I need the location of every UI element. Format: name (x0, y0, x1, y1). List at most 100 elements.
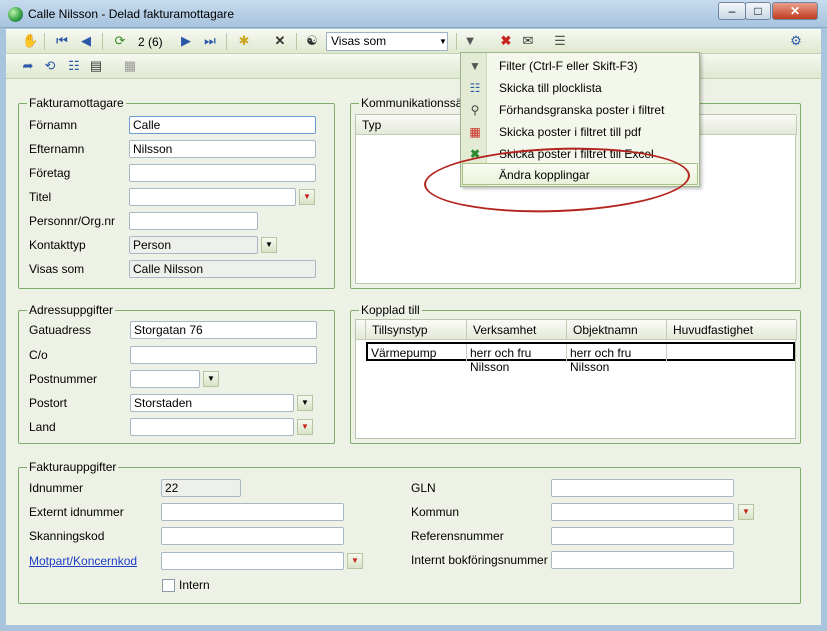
filter-icon: ▼ (469, 59, 481, 73)
externt-idnummer-input[interactable] (161, 503, 344, 521)
visas-som-input[interactable]: Calle Nilsson (129, 260, 316, 278)
document-icon[interactable]: ▤ (88, 58, 104, 74)
co-input[interactable] (130, 346, 317, 364)
gln-label: GLN (411, 481, 436, 495)
close-button[interactable]: ✕ (772, 2, 818, 20)
titel-input[interactable] (129, 188, 296, 206)
gatuadress-label: Gatuadress (29, 323, 92, 337)
postnummer-dropdown-icon[interactable]: ▼ (203, 371, 219, 387)
referensnummer-input[interactable] (551, 527, 734, 545)
postnummer-label: Postnummer (29, 372, 98, 386)
kommun-dropdown-icon[interactable]: ▼ (738, 504, 754, 520)
table-cell: Värmepump (368, 344, 467, 362)
externt-idnummer-label: Externt idnummer (29, 505, 124, 519)
group-title: Kopplad till (359, 303, 422, 317)
record-position: 2 (6) (138, 35, 163, 49)
postort-dropdown-icon[interactable]: ▼ (297, 395, 313, 411)
kontakttyp-dropdown-icon[interactable]: ▼ (261, 237, 277, 253)
window-title: Calle Nilsson - Delad fakturamottagare (28, 7, 235, 21)
preview-icon: ⚲ (470, 103, 480, 117)
main-toolbar: ✋ ⏮ ◀ ⟳ 2 (6) ▶ ⏭ ✱ ✕ ☯ Visas som ▼ ▼ ✖ … (6, 29, 821, 54)
pdf-icon: ▦ (469, 125, 481, 139)
first-record-icon[interactable]: ⏮ (54, 33, 70, 49)
menu-item-preview[interactable]: ⚲ Förhandsgranska poster i filtret (461, 99, 699, 121)
maximize-button[interactable]: □ (745, 2, 771, 20)
hierarchy-icon[interactable]: ☷ (66, 58, 82, 74)
previous-record-icon[interactable]: ◀ (78, 33, 94, 49)
skanningskod-label: Skanningskod (29, 529, 105, 543)
personnr-input[interactable] (129, 212, 258, 230)
title-bar: Calle Nilsson - Delad fakturamottagare –… (0, 0, 827, 28)
visas-som-label: Visas som (29, 262, 85, 276)
menu-item-label: Förhandsgranska poster i filtret (499, 103, 665, 117)
minimize-button[interactable]: – (718, 2, 746, 20)
intern-checkbox[interactable] (162, 579, 175, 592)
calculator-icon[interactable]: ▦ (122, 58, 138, 74)
kopplad-group: Kopplad till Tillsynstyp Verksamhet Obje… (350, 303, 801, 444)
kopplad-grid[interactable]: Tillsynstyp Verksamhet Objektnamn Huvudf… (355, 319, 797, 439)
chevron-down-icon[interactable]: ▼ (436, 32, 450, 51)
efternamn-label: Efternamn (29, 142, 85, 156)
fornamn-label: Förnamn (29, 118, 78, 132)
kontakttyp-input[interactable]: Person (129, 236, 258, 254)
group-title: Fakturamottagare (27, 96, 126, 110)
adress-group: Adressuppgifter Gatuadress Storgatan 76 … (18, 303, 335, 444)
last-record-icon[interactable]: ⏭ (202, 33, 218, 49)
next-record-icon[interactable]: ▶ (178, 33, 194, 49)
kommun-label: Kommun (411, 505, 460, 519)
hand-icon[interactable]: ✋ (22, 33, 38, 49)
bokforingsnummer-input[interactable] (551, 551, 734, 569)
intern-label: Intern (179, 578, 210, 592)
menu-item-label: Filter (Ctrl-F eller Skift-F3) (499, 59, 638, 73)
binoculars-icon[interactable]: ☯ (304, 33, 320, 49)
new-record-icon[interactable]: ✱ (236, 33, 252, 49)
picklist-icon: ☷ (469, 81, 481, 95)
menu-item-plocklista[interactable]: ☷ Skicka till plocklista (461, 77, 699, 99)
titel-dropdown-icon[interactable]: ▼ (299, 189, 315, 205)
postnummer-input[interactable] (130, 370, 200, 388)
settings-icon[interactable]: ⚙ (788, 33, 804, 49)
kontakttyp-label: Kontakttyp (29, 238, 86, 252)
postort-input[interactable]: Storstaden (130, 394, 294, 412)
list-icon[interactable]: ☰ (552, 33, 568, 49)
tillsynstyp-column-header[interactable]: Tillsynstyp (366, 320, 467, 340)
navigate-icon[interactable]: ➦ (20, 58, 36, 74)
referensnummer-label: Referensnummer (411, 529, 504, 543)
refresh-icon[interactable]: ⟳ (112, 33, 128, 49)
sync-icon[interactable]: ⟲ (42, 58, 58, 74)
motpart-input[interactable] (161, 552, 344, 570)
clear-filter-icon[interactable]: ✖ (498, 33, 514, 49)
fakturamottagare-group: Fakturamottagare Förnamn Calle Efternamn… (18, 96, 335, 289)
delete-icon[interactable]: ✕ (272, 33, 288, 49)
idnummer-input[interactable]: 22 (161, 479, 241, 497)
menu-item-filter[interactable]: ▼ Filter (Ctrl-F eller Skift-F3) (461, 55, 699, 77)
fakturauppgifter-group: Fakturauppgifter Idnummer 22 Externt idn… (18, 460, 801, 604)
table-cell: herr och fru Nilsson (567, 344, 667, 374)
skanningskod-input[interactable] (161, 527, 344, 545)
objektnamn-column-header[interactable]: Objektnamn (567, 320, 667, 340)
idnummer-label: Idnummer (29, 481, 84, 495)
menu-item-pdf[interactable]: ▦ Skicka poster i filtret till pdf (461, 121, 699, 143)
personnr-label: Personnr/Org.nr (29, 214, 116, 228)
gatuadress-input[interactable]: Storgatan 76 (130, 321, 317, 339)
table-cell: herr och fru Nilsson (467, 344, 567, 374)
motpart-dropdown-icon[interactable]: ▼ (347, 553, 363, 569)
bokforingsnummer-label: Internt bokföringsnummer (411, 553, 548, 567)
table-row[interactable]: Värmepump herr och fru Nilsson herr och … (366, 342, 795, 374)
efternamn-input[interactable]: Nilsson (129, 140, 316, 158)
kommun-input[interactable] (551, 503, 734, 521)
group-title: Fakturauppgifter (27, 460, 119, 474)
postort-label: Postort (29, 396, 68, 410)
gln-input[interactable] (551, 479, 734, 497)
land-dropdown-icon[interactable]: ▼ (297, 419, 313, 435)
motpart-link[interactable]: Motpart/Koncernkod (29, 554, 137, 568)
land-input[interactable] (130, 418, 294, 436)
view-select[interactable]: Visas som (326, 32, 448, 51)
huvudfastighet-column-header[interactable]: Huvudfastighet (667, 320, 797, 340)
verksamhet-column-header[interactable]: Verksamhet (467, 320, 567, 340)
table-cell (667, 344, 793, 362)
foretag-input[interactable] (129, 164, 316, 182)
email-icon[interactable]: ✉ (520, 33, 536, 49)
filter-icon[interactable]: ▼ (462, 33, 478, 49)
fornamn-input[interactable]: Calle (129, 116, 316, 134)
